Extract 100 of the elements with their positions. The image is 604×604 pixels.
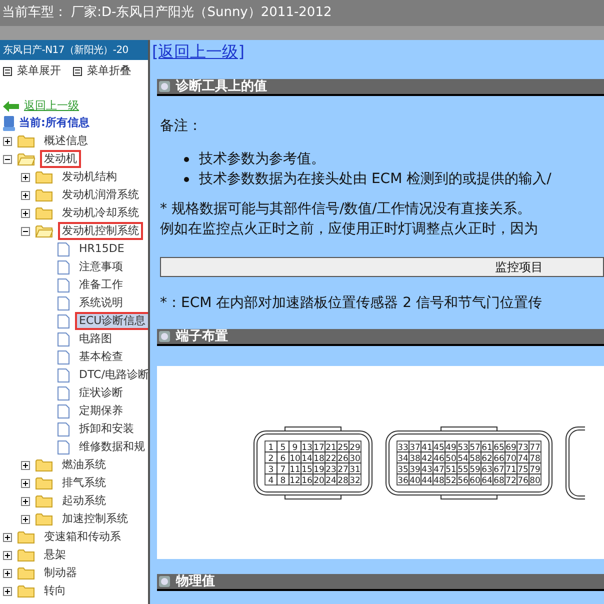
folder-icon <box>35 224 53 238</box>
expand-icon[interactable] <box>21 460 30 470</box>
tree-item-label[interactable]: 转向 <box>40 582 70 600</box>
expand-icon[interactable] <box>21 190 30 200</box>
tree-item-label[interactable]: 制动器 <box>40 564 81 582</box>
expand-icon[interactable] <box>3 586 12 596</box>
tree-item-label[interactable]: HR15DE <box>75 240 128 258</box>
pin-number: 78 <box>530 454 540 464</box>
expand-icon[interactable] <box>3 568 12 578</box>
collapse-icon[interactable] <box>3 154 12 164</box>
pin-number: 54 <box>458 454 468 464</box>
document-icon <box>57 368 70 382</box>
folder-icon <box>17 566 35 580</box>
tree-item-label[interactable]: 变速箱和传动系 <box>40 528 125 546</box>
folder-icon <box>17 548 35 562</box>
pin-number: 11 <box>290 464 300 474</box>
vehicle-title: 当前车型： 厂家:D-东风日产阳光（Sunny）2011-2012 <box>2 4 332 22</box>
pin-number: 17 <box>314 442 324 452</box>
tree-item-label[interactable]: 电路图 <box>75 330 116 348</box>
tree-item-label[interactable]: 概述信息 <box>40 132 92 150</box>
footnote: *：ECM 在内部对加速踏板位置传感器 2 信号和节气门位置传 <box>160 294 543 313</box>
pin-number: 66 <box>494 454 504 464</box>
pin-number: 31 <box>350 464 360 474</box>
pin-number: 71 <box>506 464 516 474</box>
pin-number: 70 <box>506 454 516 464</box>
tree-item-label[interactable]: 准备工作 <box>75 276 127 294</box>
section-title: 诊断工具上的值 <box>176 78 267 96</box>
list-icon <box>3 66 12 76</box>
pin-number: 47 <box>434 464 444 474</box>
folder-icon <box>35 458 53 472</box>
pin-number: 64 <box>482 476 492 486</box>
folder-icon <box>35 170 53 184</box>
menu-toggle-button[interactable]: 菜单展开 <box>3 62 61 80</box>
paragraph: * 规格数据可能与其部件信号/数值/工作情况没有直接关系。 <box>160 200 532 219</box>
menu-toggle-button[interactable]: 菜单折叠 <box>73 62 131 80</box>
tree-item-label[interactable]: 拆卸和安装 <box>75 420 138 438</box>
pin-number: 34 <box>398 454 408 464</box>
pin-number: 1 <box>268 442 274 452</box>
pin-number: 60 <box>470 476 480 486</box>
pin-number: 53 <box>458 442 468 452</box>
tree-item-label[interactable]: 系统说明 <box>75 294 127 312</box>
pin-number: 43 <box>422 464 432 474</box>
tree-item-label[interactable]: 发动机冷却系统 <box>58 204 143 222</box>
pin-number: 24 <box>326 476 336 486</box>
tree-item-label[interactable]: 起动系统 <box>58 492 110 510</box>
pin-number: 28 <box>338 476 348 486</box>
pin-number: 23 <box>326 464 336 474</box>
sidebar-header: 东风日产-N17（新阳光）-20 <box>0 40 148 60</box>
expand-icon[interactable] <box>21 514 30 524</box>
pin-number: 26 <box>338 454 348 464</box>
pin-number: 40 <box>410 476 420 486</box>
tree-item-label[interactable]: 燃油系统 <box>58 456 110 474</box>
pin-number: 63 <box>482 464 492 474</box>
tree-item-label[interactable]: 加速控制系统 <box>58 510 132 528</box>
pin-number: 55 <box>458 464 468 474</box>
tree-item-label[interactable]: 发动机控制系统 <box>58 222 143 240</box>
tree-item-label[interactable]: 排气系统 <box>58 474 110 492</box>
tree-item-label[interactable]: 维修数据和规 <box>75 438 148 456</box>
pin-number: 4 <box>268 476 274 486</box>
tree-item-label[interactable]: 基本检查 <box>75 348 127 366</box>
folder-icon <box>17 152 35 166</box>
pin-number: 20 <box>314 476 324 486</box>
list-icon <box>73 66 82 76</box>
expand-icon[interactable] <box>3 136 12 146</box>
tree-item-label[interactable]: 注意事项 <box>75 258 127 276</box>
document-icon <box>57 332 70 346</box>
tree-item-label[interactable]: 症状诊断 <box>75 384 127 402</box>
folder-icon <box>17 530 35 544</box>
expand-icon[interactable] <box>3 550 12 560</box>
back-link[interactable]: [返回上一级] <box>152 40 244 64</box>
expand-icon[interactable] <box>21 208 30 218</box>
tree-item-label[interactable]: 发动机 <box>40 150 81 168</box>
expand-icon[interactable] <box>3 532 12 542</box>
pin-number: 14 <box>302 454 312 464</box>
tree-item-label[interactable]: 发动机结构 <box>58 168 121 186</box>
section-title: 物理值 <box>176 572 215 591</box>
pin-number: 56 <box>458 476 468 486</box>
tree-item-label[interactable]: 悬架 <box>40 546 70 564</box>
tree-item-label[interactable]: 定期保养 <box>75 402 127 420</box>
tree-item-label[interactable]: ECU诊断信息 <box>75 312 148 330</box>
tree-item-label[interactable]: 发动机润滑系统 <box>58 186 143 204</box>
pin-number: 51 <box>446 464 456 474</box>
pin-number: 39 <box>410 464 420 474</box>
bullet-text: 技术参数为参考值。 <box>199 150 325 169</box>
pin-number: 7 <box>280 464 286 474</box>
document-icon <box>57 350 70 364</box>
pin-number: 76 <box>518 476 528 486</box>
pin-number: 33 <box>398 442 408 452</box>
back-link[interactable]: 返回上一级 <box>24 98 79 115</box>
expand-icon[interactable] <box>21 478 30 488</box>
pin-number: 72 <box>506 476 516 486</box>
pin-number: 21 <box>326 442 336 452</box>
document-icon <box>57 422 70 436</box>
collapse-icon[interactable] <box>21 226 30 236</box>
bullet-icon <box>159 81 170 92</box>
bullet-icon <box>159 576 170 587</box>
pin-number: 12 <box>290 476 300 486</box>
pin-number: 41 <box>422 442 432 452</box>
expand-icon[interactable] <box>21 172 30 182</box>
expand-icon[interactable] <box>21 496 30 506</box>
